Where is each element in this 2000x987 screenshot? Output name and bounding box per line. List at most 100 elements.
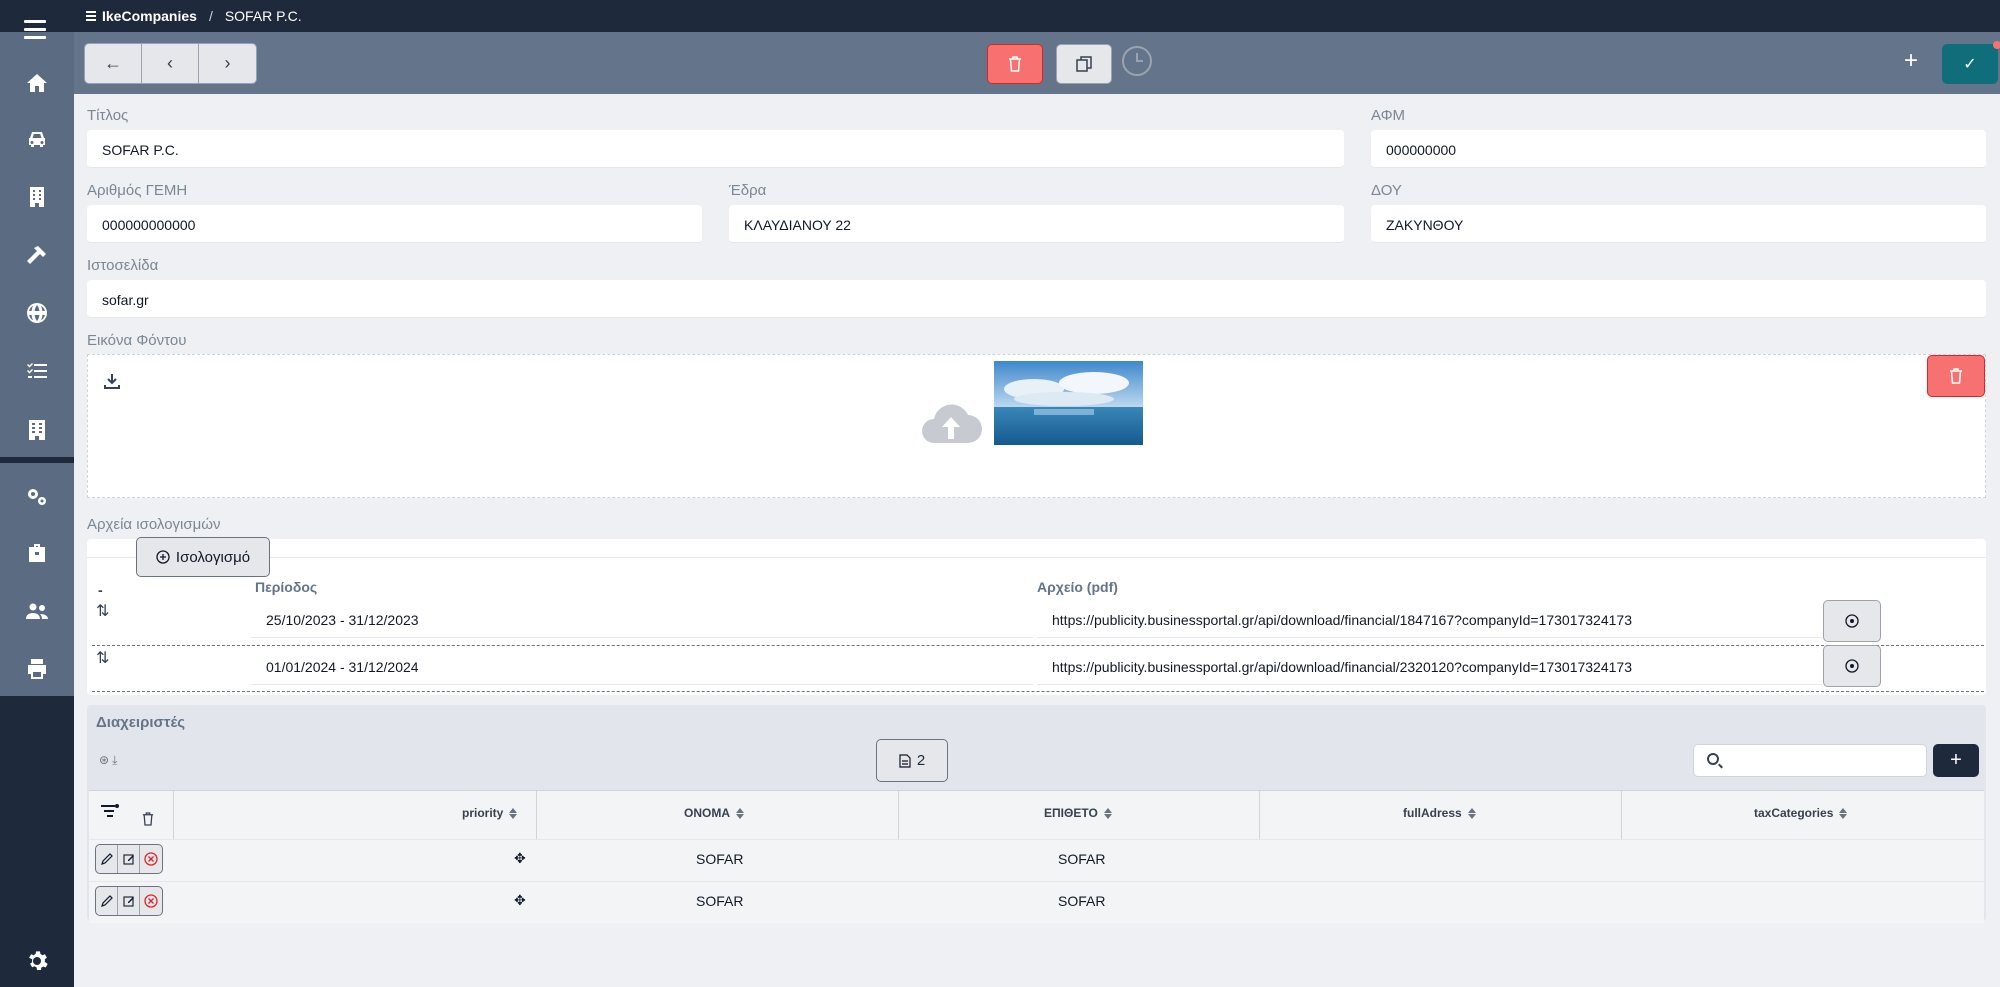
trash-icon bbox=[1950, 368, 1962, 384]
balance-files-label: Αρχεία ισολογισμών bbox=[87, 516, 221, 533]
printer-icon[interactable] bbox=[22, 654, 52, 684]
title-field[interactable]: SOFAR P.C. bbox=[87, 130, 1344, 168]
column-header-label: priority bbox=[462, 806, 504, 820]
column-header-priority[interactable]: priority bbox=[462, 806, 518, 820]
table-header bbox=[89, 790, 1984, 840]
add-balance-button[interactable]: Ισολογισμό bbox=[136, 537, 270, 577]
remove-balance-button[interactable] bbox=[1823, 645, 1881, 687]
edit-icon bbox=[122, 896, 134, 907]
duplicate-record-button[interactable] bbox=[1056, 44, 1112, 84]
save-button[interactable]: ✓ bbox=[1942, 41, 2000, 84]
afm-field[interactable]: 000000000 bbox=[1371, 130, 1986, 168]
car-icon[interactable] bbox=[22, 124, 52, 154]
sort-icon bbox=[509, 807, 518, 819]
breadcrumb-separator: / bbox=[208, 8, 213, 24]
move-icon[interactable]: ✥ bbox=[514, 850, 526, 867]
managers-title: Διαχειριστές bbox=[96, 714, 186, 731]
edit-form-button[interactable] bbox=[118, 887, 140, 915]
check-icon: ✓ bbox=[1963, 56, 1977, 73]
column-header-name[interactable]: ΟΝΟΜΑ bbox=[684, 806, 744, 820]
sort-icon bbox=[1103, 807, 1112, 819]
gear-icon[interactable] bbox=[22, 946, 52, 976]
doy-label: ΔΟΥ bbox=[1371, 182, 1402, 199]
tasks-icon[interactable] bbox=[22, 356, 52, 386]
download-icon[interactable] bbox=[104, 373, 120, 389]
edit-inline-button[interactable] bbox=[96, 845, 118, 873]
delete-row-button[interactable] bbox=[140, 845, 162, 873]
delete-row-button[interactable] bbox=[140, 887, 162, 915]
title-label: Τίτλος bbox=[87, 107, 129, 124]
surname-cell: SOFAR bbox=[1058, 893, 1106, 909]
pdf-url-field[interactable]: https://publicity.businessportal.gr/api/… bbox=[1037, 647, 1822, 685]
next-record-button[interactable]: › bbox=[199, 44, 256, 83]
add-record-button[interactable]: + bbox=[1904, 47, 1918, 75]
office-icon[interactable] bbox=[22, 415, 52, 445]
pencil-icon bbox=[100, 895, 113, 907]
breadcrumb-app[interactable]: IkeCompanies bbox=[86, 8, 197, 24]
upload-cloud-icon bbox=[922, 404, 982, 443]
record-navigation: ← ‹ › bbox=[84, 43, 257, 84]
hammer-icon[interactable] bbox=[22, 240, 52, 270]
gears-icon[interactable] bbox=[22, 482, 52, 512]
chevron-left-icon: ‹ bbox=[167, 53, 173, 73]
page-count-button[interactable]: 2 bbox=[876, 739, 948, 782]
breadcrumb-app-label: IkeCompanies bbox=[102, 8, 197, 24]
edit-form-button[interactable] bbox=[118, 845, 140, 873]
sidebar-divider bbox=[0, 457, 74, 463]
unsaved-indicator bbox=[1993, 41, 2000, 49]
period-column-header: Περίοδος bbox=[255, 579, 318, 595]
period-field[interactable]: 01/01/2024 - 31/12/2024 bbox=[251, 647, 1033, 685]
back-button[interactable]: ← bbox=[85, 44, 142, 83]
hamburger-menu-icon[interactable] bbox=[24, 20, 46, 42]
search-input[interactable] bbox=[1693, 744, 1927, 777]
doy-field[interactable]: ΖΑΚΥΝΘΟΥ bbox=[1371, 205, 1986, 243]
close-circle-icon bbox=[144, 852, 158, 866]
breadcrumb: IkeCompanies / SOFAR P.C. bbox=[86, 8, 302, 24]
column-header-surname[interactable]: ΕΠΙΘΕΤΟ bbox=[1044, 806, 1112, 820]
table-tools: ⊛ ⤓ bbox=[99, 753, 117, 768]
period-field[interactable]: 25/10/2023 - 31/12/2023 bbox=[251, 600, 1033, 638]
table-row[interactable] bbox=[89, 839, 1984, 881]
edit-inline-button[interactable] bbox=[96, 887, 118, 915]
row-actions bbox=[95, 844, 163, 874]
drag-handle-icon[interactable]: ⇅ bbox=[96, 648, 109, 668]
website-label: Ιστοσελίδα bbox=[87, 257, 159, 274]
history-icon[interactable] bbox=[1122, 46, 1152, 76]
previous-record-button[interactable]: ‹ bbox=[142, 44, 199, 83]
row-handle-header: - bbox=[98, 582, 103, 598]
file-column-header: Αρχείο (pdf) bbox=[1037, 579, 1118, 595]
sort-icon bbox=[1839, 807, 1848, 819]
edit-icon bbox=[122, 854, 134, 865]
delete-record-button[interactable] bbox=[987, 44, 1043, 84]
filter-icon[interactable] bbox=[100, 803, 120, 819]
table-row[interactable] bbox=[89, 881, 1984, 923]
export-icon[interactable]: ⤓ bbox=[112, 753, 117, 768]
document-icon bbox=[899, 753, 911, 768]
delete-image-button[interactable] bbox=[1927, 355, 1985, 397]
pdf-url-field[interactable]: https://publicity.businessportal.gr/api/… bbox=[1037, 600, 1822, 638]
globe-icon[interactable] bbox=[22, 298, 52, 328]
home-icon[interactable] bbox=[22, 68, 52, 98]
background-image-dropzone[interactable] bbox=[87, 354, 1986, 498]
remove-balance-button[interactable] bbox=[1823, 600, 1881, 642]
trash-icon[interactable] bbox=[142, 812, 154, 826]
gemi-field[interactable]: 000000000000 bbox=[87, 205, 702, 243]
name-cell: SOFAR bbox=[696, 893, 744, 909]
building-icon[interactable] bbox=[22, 182, 52, 212]
copy-icon bbox=[1076, 56, 1092, 72]
surname-cell: SOFAR bbox=[1058, 851, 1106, 867]
add-manager-button[interactable]: + bbox=[1933, 744, 1979, 777]
move-icon[interactable]: ✥ bbox=[514, 892, 526, 909]
briefcase-icon[interactable] bbox=[22, 538, 52, 568]
website-field[interactable]: sofar.gr bbox=[87, 280, 1986, 318]
edra-field[interactable]: ΚΛΑΥΔΙΑΝΟΥ 22 bbox=[729, 205, 1344, 243]
add-balance-label: Ισολογισμό bbox=[175, 548, 251, 566]
column-header-full-address[interactable]: fullAdress bbox=[1403, 806, 1476, 820]
users-icon[interactable] bbox=[22, 596, 52, 626]
edra-label: Έδρα bbox=[729, 182, 767, 199]
palette-icon[interactable]: ⊛ bbox=[99, 753, 109, 768]
pencil-icon bbox=[100, 853, 113, 865]
column-header-tax-categories[interactable]: taxCategories bbox=[1754, 806, 1848, 820]
background-image-thumbnail[interactable] bbox=[994, 361, 1143, 445]
drag-handle-icon[interactable]: ⇅ bbox=[96, 601, 109, 621]
